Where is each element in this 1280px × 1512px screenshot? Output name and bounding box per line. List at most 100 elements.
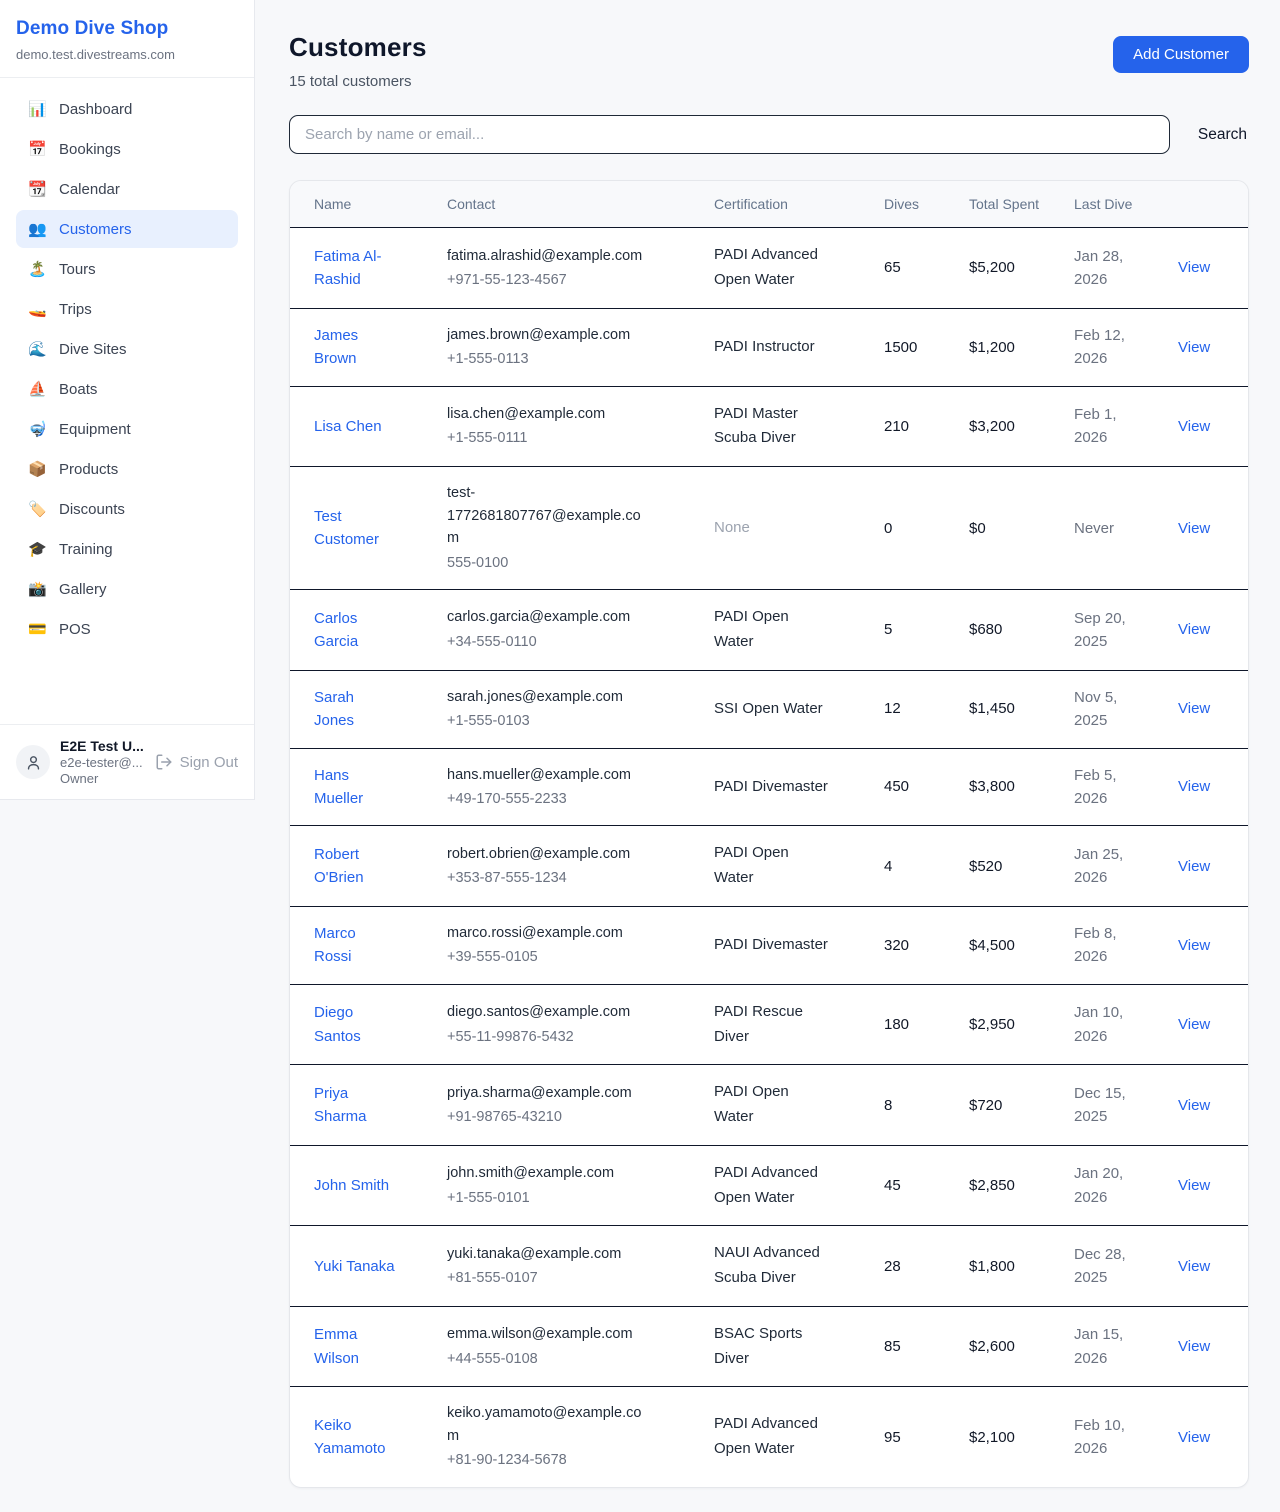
view-customer-link[interactable]: View	[1178, 778, 1210, 795]
view-customer-link[interactable]: View	[1178, 937, 1210, 954]
user-footer: E2E Test U... e2e-tester@... Owner Sign …	[0, 724, 254, 799]
last-dive-date: Jan 25, 2026	[1062, 826, 1166, 907]
customer-email: fatima.alrashid@example.com	[447, 245, 646, 267]
certification-text: PADI Divemaster	[714, 778, 828, 795]
view-customer-link[interactable]: View	[1178, 1097, 1210, 1114]
customer-phone: 555-0100	[447, 552, 646, 574]
sidebar-nav-item[interactable]: 🏝️ Tours	[16, 250, 238, 288]
customers-table-card: Name Contact Certification Dives Total S…	[289, 180, 1249, 1488]
view-customer-link[interactable]: View	[1178, 1258, 1210, 1275]
view-customer-link[interactable]: View	[1178, 1016, 1210, 1033]
last-dive-date: Jan 10, 2026	[1062, 984, 1166, 1065]
sidebar-nav-item[interactable]: 📊 Dashboard	[16, 90, 238, 128]
sidebar-nav-item[interactable]: 📅 Bookings	[16, 130, 238, 168]
customer-phone: +49-170-555-2233	[447, 788, 646, 810]
total-spent: $3,800	[957, 748, 1062, 826]
customer-name-link[interactable]: Priya Sharma	[314, 1085, 367, 1125]
customer-name-link[interactable]: James Brown	[314, 327, 358, 367]
certification-text: PADI Rescue Diver	[714, 1003, 803, 1045]
customer-name-link[interactable]: Carlos Garcia	[314, 610, 358, 650]
customer-name-link[interactable]: Diego Santos	[314, 1004, 361, 1044]
total-spent: $2,600	[957, 1306, 1062, 1387]
customer-name-link[interactable]: Fatima Al-Rashid	[314, 248, 382, 288]
certification-text: NAUI Advanced Scuba Diver	[714, 1244, 820, 1286]
view-customer-link[interactable]: View	[1178, 339, 1210, 356]
customer-name-link[interactable]: Marco Rossi	[314, 925, 356, 965]
shop-name: Demo Dive Shop	[16, 18, 238, 40]
customer-phone: +1-555-0103	[447, 710, 646, 732]
sidebar-nav-item[interactable]: 🌊 Dive Sites	[16, 330, 238, 368]
sidebar-nav-item[interactable]: 📸 Gallery	[16, 570, 238, 608]
customer-email: test-1772681807767@example.com	[447, 482, 646, 549]
customer-phone: +81-90-1234-5678	[447, 1449, 646, 1471]
search-input[interactable]	[289, 115, 1170, 154]
customer-phone: +55-11-99876-5432	[447, 1026, 646, 1048]
sidebar-nav-item-label: Gallery	[59, 581, 107, 598]
bar-chart-icon: 📊	[28, 100, 46, 118]
customer-row: Fatima Al-Rashid fatima.alrashid@example…	[290, 228, 1248, 309]
sailboat-icon: ⛵	[28, 380, 46, 398]
view-customer-link[interactable]: View	[1178, 858, 1210, 875]
view-customer-link[interactable]: View	[1178, 621, 1210, 638]
customer-name-link[interactable]: Keiko Yamamoto	[314, 1417, 385, 1457]
view-customer-link[interactable]: View	[1178, 700, 1210, 717]
tear-off-calendar-icon: 📆	[28, 180, 46, 198]
sidebar-nav-item[interactable]: 👥 Customers	[16, 210, 238, 248]
page-header: Customers 15 total customers Add Custome…	[289, 32, 1249, 90]
last-dive-date: Never	[1062, 467, 1166, 590]
main-content: Customers 15 total customers Add Custome…	[255, 0, 1280, 1512]
customer-name-link[interactable]: Sarah Jones	[314, 689, 354, 729]
certification-text: PADI Divemaster	[714, 936, 828, 953]
person-icon	[25, 754, 42, 771]
column-header-actions	[1166, 181, 1248, 228]
sidebar-nav-item[interactable]: ⛵ Boats	[16, 370, 238, 408]
user-info: E2E Test U... e2e-tester@... Owner	[60, 738, 144, 786]
view-customer-link[interactable]: View	[1178, 259, 1210, 276]
customer-name-link[interactable]: Hans Mueller	[314, 767, 363, 807]
last-dive-date: Dec 15, 2025	[1062, 1065, 1166, 1146]
speedboat-icon: 🚤	[28, 300, 46, 318]
customer-name-link[interactable]: John Smith	[314, 1177, 389, 1194]
customer-email: diego.santos@example.com	[447, 1001, 646, 1023]
column-header-contact: Contact	[435, 181, 702, 228]
sidebar-nav-item-label: Calendar	[59, 181, 120, 198]
customer-name-link[interactable]: Robert O'Brien	[314, 846, 364, 886]
view-customer-link[interactable]: View	[1178, 418, 1210, 435]
dives-count: 180	[872, 984, 957, 1065]
view-customer-link[interactable]: View	[1178, 520, 1210, 537]
sidebar-nav-item-label: Trips	[59, 301, 92, 318]
customer-name-link[interactable]: Yuki Tanaka	[314, 1258, 395, 1275]
customer-name-link[interactable]: Emma Wilson	[314, 1326, 359, 1366]
view-customer-link[interactable]: View	[1178, 1177, 1210, 1194]
sidebar-nav-item[interactable]: 🚤 Trips	[16, 290, 238, 328]
sidebar-nav-item[interactable]: 🎓 Training	[16, 530, 238, 568]
customer-row: Diego Santos diego.santos@example.com +5…	[290, 984, 1248, 1065]
sidebar-nav-item-label: Dive Sites	[59, 341, 127, 358]
add-customer-button[interactable]: Add Customer	[1113, 36, 1249, 73]
customer-row: Hans Mueller hans.mueller@example.com +4…	[290, 748, 1248, 826]
last-dive-date: Dec 28, 2025	[1062, 1226, 1166, 1307]
certification-text: None	[714, 519, 750, 536]
sidebar-nav-item[interactable]: 💳 POS	[16, 610, 238, 648]
island-icon: 🏝️	[28, 260, 46, 278]
view-customer-link[interactable]: View	[1178, 1338, 1210, 1355]
customer-email: yuki.tanaka@example.com	[447, 1243, 646, 1265]
customer-name-link[interactable]: Lisa Chen	[314, 418, 382, 435]
sidebar-nav-item[interactable]: 🏷️ Discounts	[16, 490, 238, 528]
certification-text: PADI Instructor	[714, 338, 815, 355]
dives-count: 85	[872, 1306, 957, 1387]
search-button[interactable]: Search	[1196, 122, 1249, 148]
customer-email: robert.obrien@example.com	[447, 843, 646, 865]
view-customer-link[interactable]: View	[1178, 1429, 1210, 1446]
sign-out-button[interactable]: Sign Out	[155, 753, 238, 771]
sidebar-nav-item[interactable]: 📦 Products	[16, 450, 238, 488]
customer-phone: +39-555-0105	[447, 946, 646, 968]
customer-email: emma.wilson@example.com	[447, 1323, 646, 1345]
customer-name-link[interactable]: Test Customer	[314, 508, 379, 548]
customer-row: John Smith john.smith@example.com +1-555…	[290, 1145, 1248, 1226]
customer-phone: +34-555-0110	[447, 631, 646, 653]
sidebar-nav-item[interactable]: 🤿 Equipment	[16, 410, 238, 448]
total-spent: $3,200	[957, 386, 1062, 467]
sidebar-nav-item[interactable]: 📆 Calendar	[16, 170, 238, 208]
customer-phone: +44-555-0108	[447, 1348, 646, 1370]
